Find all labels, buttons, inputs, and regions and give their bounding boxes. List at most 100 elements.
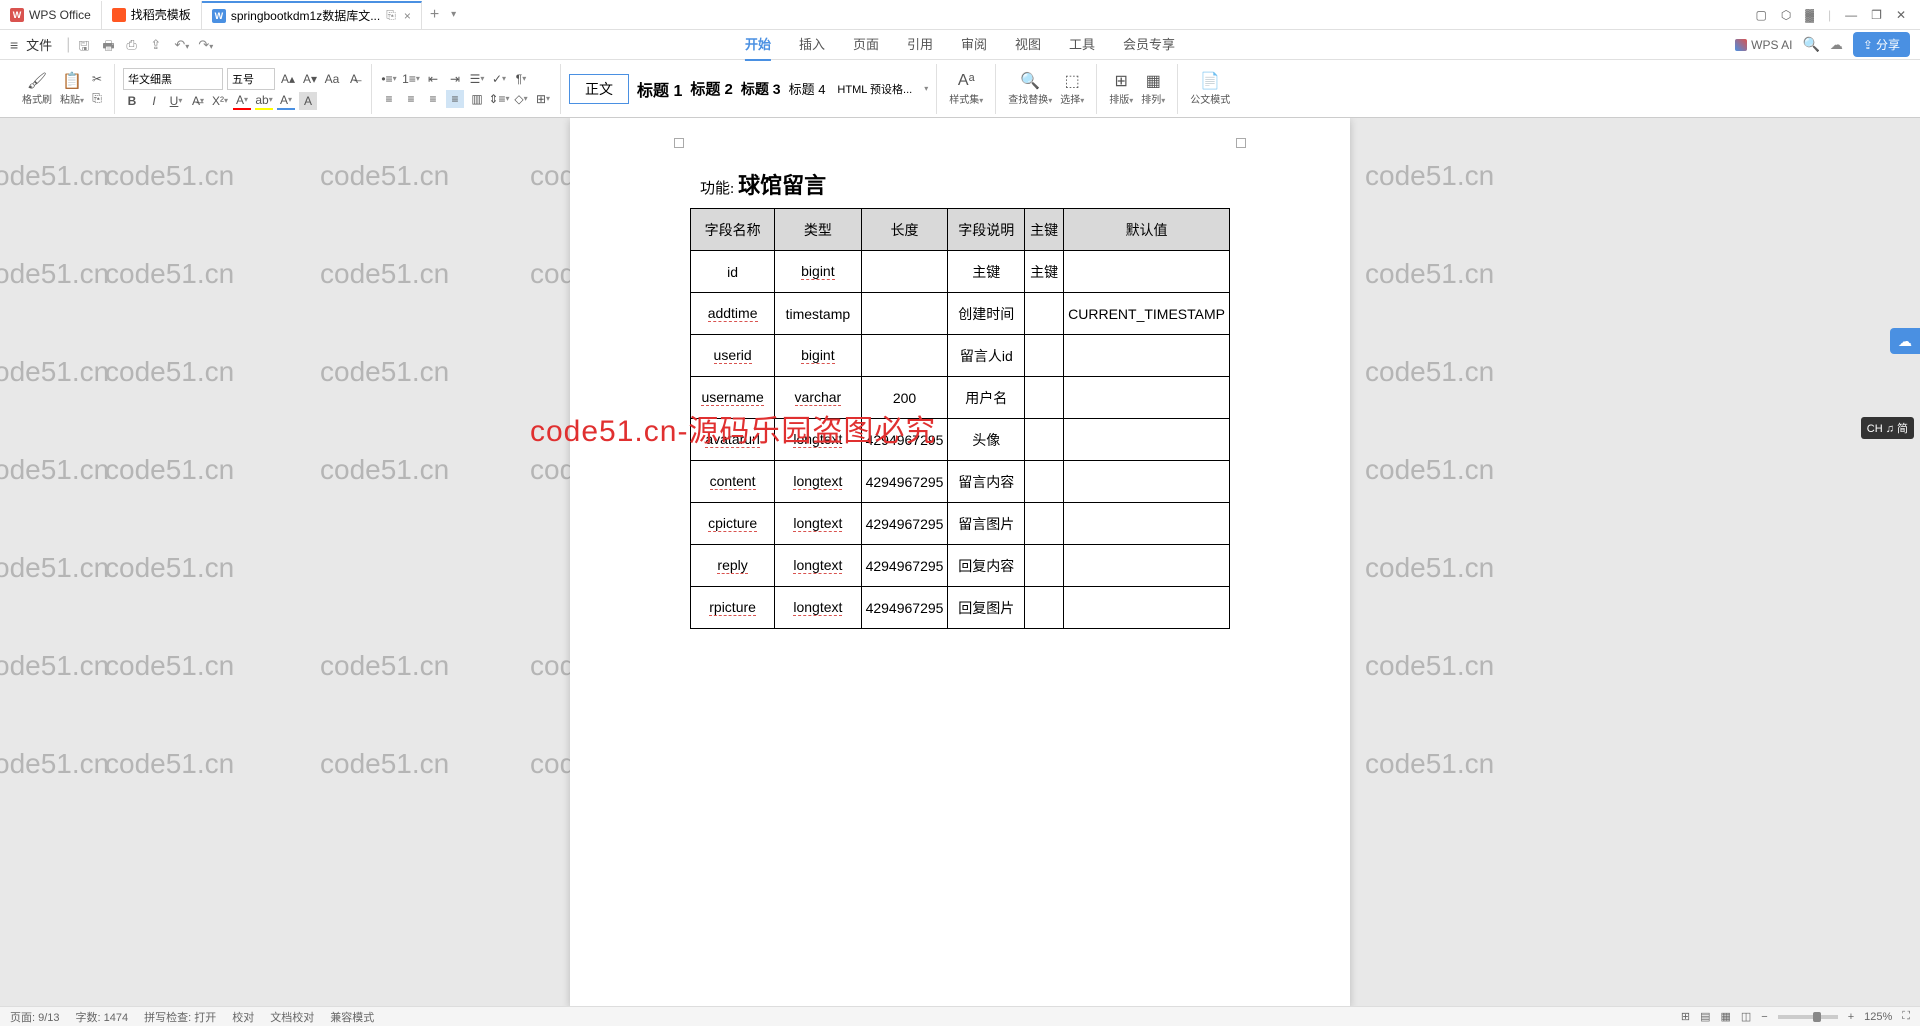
styles-more-icon[interactable]: ▾: [924, 84, 928, 93]
tab-review[interactable]: 审阅: [961, 28, 987, 61]
fullscreen-icon[interactable]: ⛶: [1902, 1010, 1910, 1023]
window-icon-2[interactable]: ⬡: [1781, 8, 1791, 22]
text-direction-icon[interactable]: ☰▾: [468, 70, 486, 88]
window-icon-1[interactable]: ▢: [1755, 8, 1766, 22]
align-left-icon[interactable]: ≡: [380, 90, 398, 108]
zoom-value[interactable]: 125%: [1864, 1011, 1892, 1023]
styles-set-button[interactable]: Aᵃ样式集▾: [945, 71, 987, 106]
decrease-indent-icon[interactable]: ⇤: [424, 70, 442, 88]
font-color-icon[interactable]: A▾: [233, 92, 251, 110]
export-icon[interactable]: ⇪: [150, 37, 166, 53]
view-mode2-icon[interactable]: ▤: [1700, 1010, 1710, 1023]
arrange-button[interactable]: ▦排列▾: [1137, 71, 1169, 106]
preview-icon[interactable]: ⎙: [126, 37, 142, 53]
print-icon[interactable]: 🖶: [102, 37, 118, 53]
doc-mode-button[interactable]: 📄公文模式: [1186, 71, 1234, 106]
style-normal[interactable]: 正文: [569, 74, 629, 104]
table-row[interactable]: replylongtext4294967295回复内容: [691, 545, 1230, 587]
paste-button[interactable]: 📋粘贴▾: [56, 71, 88, 106]
tab-member[interactable]: 会员专享: [1123, 28, 1175, 61]
ruler-left-icon[interactable]: [674, 138, 684, 148]
clear-format-icon[interactable]: A̶: [345, 70, 363, 88]
close-tab-icon[interactable]: ×: [404, 9, 411, 23]
search-icon[interactable]: 🔍: [1802, 36, 1819, 53]
line-spacing-icon[interactable]: ⇕≡▾: [490, 90, 508, 108]
tab-view[interactable]: 视图: [1015, 28, 1041, 61]
add-tab-button[interactable]: +: [422, 6, 447, 24]
underline-icon[interactable]: U▾: [167, 92, 185, 110]
align-right-icon[interactable]: ≡: [424, 90, 442, 108]
redo-icon[interactable]: ↷▾: [198, 37, 214, 53]
style-h2[interactable]: 标题 2: [690, 78, 733, 99]
tab-tools[interactable]: 工具: [1069, 28, 1095, 61]
zoom-out-icon[interactable]: −: [1761, 1011, 1767, 1023]
table-row[interactable]: idbigint主键主键: [691, 251, 1230, 293]
cloud-icon[interactable]: ☁: [1830, 37, 1843, 53]
show-marks-icon[interactable]: ¶▾: [512, 70, 530, 88]
table-row[interactable]: cpicturelongtext4294967295留言图片: [691, 503, 1230, 545]
bold-icon[interactable]: B: [123, 92, 141, 110]
side-cloud-button[interactable]: ☁: [1890, 328, 1920, 354]
italic-icon[interactable]: I: [145, 92, 163, 110]
superscript-icon[interactable]: X²▾: [211, 92, 229, 110]
shading-icon[interactable]: ◇▾: [512, 90, 530, 108]
undo-icon[interactable]: ↶▾: [174, 37, 190, 53]
wps-ai-button[interactable]: WPS AI: [1735, 38, 1792, 52]
shrink-font-icon[interactable]: A▾: [301, 70, 319, 88]
char-shading-icon[interactable]: A: [299, 92, 317, 110]
sort-icon[interactable]: ✓▾: [490, 70, 508, 88]
distribute-icon[interactable]: ▥: [468, 90, 486, 108]
highlight-icon[interactable]: ab▾: [255, 92, 273, 110]
table-row[interactable]: useridbigint留言人id: [691, 335, 1230, 377]
close-window-button[interactable]: ✕: [1896, 8, 1906, 22]
table-row[interactable]: contentlongtext4294967295留言内容: [691, 461, 1230, 503]
zoom-in-icon[interactable]: +: [1848, 1011, 1854, 1023]
bullets-icon[interactable]: •≡▾: [380, 70, 398, 88]
font-size-select[interactable]: [227, 68, 275, 90]
align-center-icon[interactable]: ≡: [402, 90, 420, 108]
tab-reference[interactable]: 引用: [907, 28, 933, 61]
view-mode3-icon[interactable]: ▦: [1720, 1010, 1730, 1023]
maximize-button[interactable]: ❐: [1871, 8, 1882, 22]
style-h4[interactable]: 标题 4: [789, 79, 826, 98]
view-mode1-icon[interactable]: ⊞: [1681, 1010, 1690, 1023]
status-words[interactable]: 字数: 1474: [76, 1009, 129, 1025]
cut-icon[interactable]: ✂: [88, 70, 106, 88]
status-proof[interactable]: 校对: [232, 1009, 254, 1025]
outline-button[interactable]: ⊞排版▾: [1105, 71, 1137, 106]
change-case-icon[interactable]: Aa: [323, 70, 341, 88]
tab-page[interactable]: 页面: [853, 28, 879, 61]
ime-indicator[interactable]: CH ♫ 简: [1861, 417, 1914, 439]
copy-icon[interactable]: ⎘: [88, 90, 106, 108]
file-menu[interactable]: 文件: [26, 35, 52, 54]
view-mode4-icon[interactable]: ◫: [1741, 1010, 1751, 1023]
hamburger-icon[interactable]: ≡: [10, 37, 18, 53]
style-h3[interactable]: 标题 3: [741, 79, 781, 99]
db-table[interactable]: 字段名称 类型 长度 字段说明 主键 默认值 idbigint主键主键addti…: [690, 208, 1230, 629]
tab-insert[interactable]: 插入: [799, 28, 825, 61]
select-button[interactable]: ⬚选择▾: [1056, 71, 1088, 106]
window-icon-3[interactable]: ▓: [1805, 8, 1814, 22]
strike-icon[interactable]: A̶▾: [189, 92, 207, 110]
tab-overflow-icon[interactable]: ⎘: [386, 8, 396, 23]
increase-indent-icon[interactable]: ⇥: [446, 70, 464, 88]
find-replace-button[interactable]: 🔍查找替换▾: [1004, 71, 1056, 106]
app-tab[interactable]: W WPS Office: [0, 1, 102, 29]
template-tab[interactable]: 找稻壳模板: [102, 1, 202, 29]
style-h1[interactable]: 标题 1: [637, 77, 682, 101]
status-page[interactable]: 页面: 9/13: [10, 1009, 60, 1025]
style-html[interactable]: HTML 预设格...: [833, 81, 916, 97]
status-spell[interactable]: 拼写检查: 打开: [144, 1009, 216, 1025]
font-family-select[interactable]: [123, 68, 223, 90]
document-tab[interactable]: W springbootkdm1z数据库文... ⎘ ×: [202, 1, 422, 29]
ruler-right-icon[interactable]: [1236, 138, 1246, 148]
table-row[interactable]: avatarurllongtext4294967295头像: [691, 419, 1230, 461]
tab-menu-chevron-icon[interactable]: ▾: [451, 9, 456, 20]
status-docproof[interactable]: 文档校对: [270, 1009, 314, 1025]
table-row[interactable]: rpicturelongtext4294967295回复图片: [691, 587, 1230, 629]
document-page[interactable]: 功能: 球馆留言 字段名称 类型 长度 字段说明 主键 默认值 idbigint…: [570, 118, 1350, 1006]
align-justify-icon[interactable]: ≡: [446, 90, 464, 108]
share-button[interactable]: ⇪ 分享: [1853, 32, 1910, 57]
save-icon[interactable]: 🖫: [78, 37, 94, 53]
format-painter-button[interactable]: 🖌格式刷: [18, 71, 56, 106]
